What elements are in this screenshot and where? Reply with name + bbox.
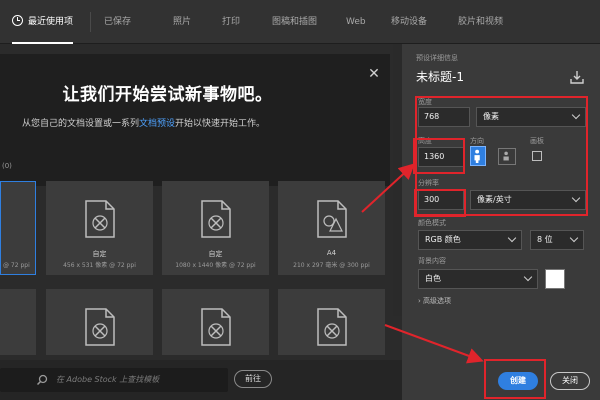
background-color-swatch[interactable] — [545, 269, 565, 289]
preset-card[interactable]: A4 210 x 297 毫米 @ 300 ppi — [278, 181, 385, 275]
stock-search-input[interactable]: 在 Adobe Stock 上查找模板 — [0, 368, 228, 392]
preset-card[interactable] — [278, 289, 385, 355]
tab-art-illustration[interactable]: 图稿和插图 — [272, 0, 317, 44]
scrollbar[interactable] — [393, 44, 402, 316]
card-size: @ 72 ppi — [3, 262, 30, 269]
section-label: 预设详细信息 — [416, 54, 458, 62]
color-mode-label: 颜色模式 — [418, 219, 446, 227]
preset-card[interactable] — [162, 289, 269, 355]
tab-mobile[interactable]: 移动设备 — [391, 0, 427, 44]
document-icon — [200, 308, 231, 346]
tab-photo[interactable]: 照片 — [173, 0, 191, 44]
tab-print[interactable]: 打印 — [222, 0, 240, 44]
save-preset-icon[interactable] — [570, 70, 584, 84]
document-icon — [84, 200, 115, 238]
card-name: A4 — [326, 249, 337, 257]
annotation-box-height — [413, 138, 465, 174]
preset-card[interactable]: 自定 456 x 531 像素 @ 72 ppi — [46, 181, 153, 275]
tab-recent[interactable]: 最近使用项 — [12, 0, 74, 44]
tab-web[interactable]: Web — [346, 0, 366, 44]
bit-depth-select[interactable]: 8 位 — [530, 230, 584, 250]
banner-title: 让我们开始尝试新事物吧。 — [62, 85, 273, 105]
document-icon — [316, 308, 347, 346]
presets-pane: 让我们开始尝试新事物吧。 从您自己的文档设置或一系列文档预设开始以快速开始工作。… — [0, 44, 402, 400]
document-title[interactable]: 未标题-1 — [416, 68, 464, 85]
preset-card[interactable]: 自定 1080 x 1440 像素 @ 72 ppi — [162, 181, 269, 275]
tab-film-video[interactable]: 胶片和视频 — [458, 0, 503, 44]
advanced-options-toggle[interactable]: › 高级选项 — [418, 296, 451, 306]
close-icon[interactable]: ✕ — [366, 66, 382, 82]
color-mode-select[interactable]: RGB 颜色 — [418, 230, 522, 250]
annotation-box-create — [484, 359, 546, 399]
close-button[interactable]: 关闭 — [550, 372, 590, 390]
stock-search-bar: 在 Adobe Stock 上查找模板 前往 — [0, 360, 402, 400]
card-size: 210 x 297 毫米 @ 300 ppi — [293, 262, 370, 269]
tab-bar: 最近使用项 已保存 照片 打印 图稿和插图 Web 移动设备 胶片和视频 — [0, 0, 600, 44]
welcome-banner: 让我们开始尝试新事物吧。 从您自己的文档设置或一系列文档预设开始以快速开始工作。… — [0, 54, 390, 186]
tab-divider — [90, 12, 91, 32]
document-icon — [200, 200, 231, 238]
background-select[interactable]: 白色 — [418, 269, 538, 289]
search-placeholder: 在 Adobe Stock 上查找模板 — [56, 375, 160, 384]
background-label: 背景内容 — [418, 257, 446, 265]
chevron-down-icon — [507, 233, 517, 243]
print-document-icon — [316, 200, 347, 238]
card-size: 456 x 531 像素 @ 72 ppi — [63, 262, 136, 269]
document-presets-link[interactable]: 文档预设 — [139, 119, 175, 129]
chevron-down-icon — [569, 233, 579, 243]
document-icon — [84, 308, 115, 346]
chevron-down-icon — [523, 272, 533, 282]
card-name: 自定 — [92, 250, 107, 258]
card-size: 1080 x 1440 像素 @ 72 ppi — [175, 262, 256, 269]
go-button[interactable]: 前往 — [234, 370, 272, 388]
preset-card[interactable]: @ 72 ppi — [0, 181, 36, 275]
clock-icon — [12, 15, 23, 26]
recent-count: (0) — [2, 162, 12, 170]
preset-card[interactable] — [0, 289, 36, 355]
annotation-box-resolution — [414, 189, 466, 217]
search-icon — [36, 374, 48, 386]
preset-card[interactable] — [46, 289, 153, 355]
card-name: 自定 — [208, 250, 223, 258]
banner-subtitle: 从您自己的文档设置或一系列文档预设开始以快速开始工作。 — [22, 119, 266, 129]
tab-saved[interactable]: 已保存 — [104, 0, 131, 44]
